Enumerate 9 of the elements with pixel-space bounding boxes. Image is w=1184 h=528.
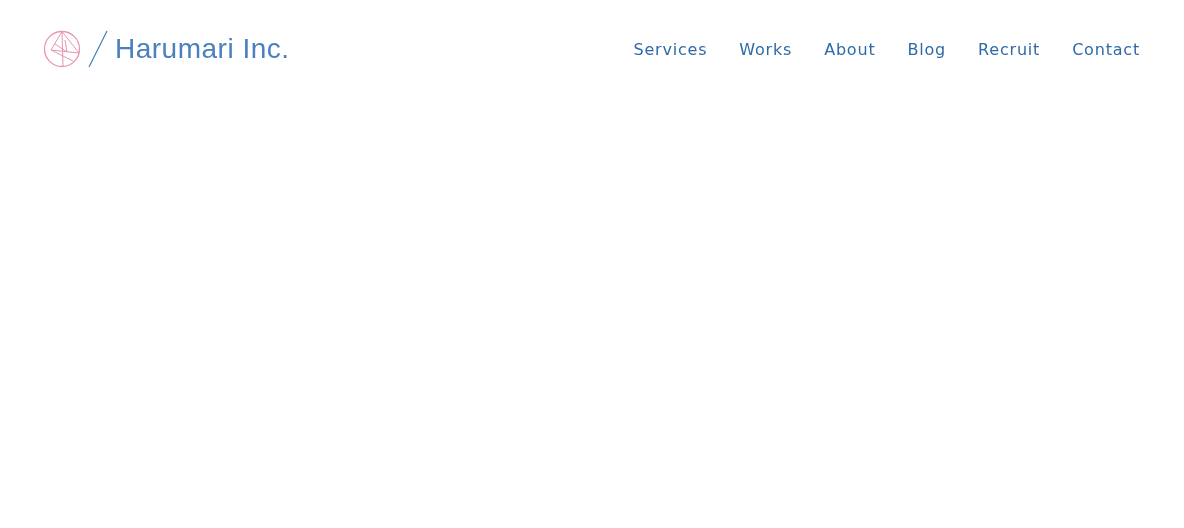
nav-link[interactable]: Blog <box>907 39 947 59</box>
logo-mark-icon <box>43 30 81 68</box>
logo-text: Harumari Inc. <box>115 33 290 65</box>
nav-link[interactable]: About <box>824 39 876 59</box>
nav-link[interactable]: Contact <box>1072 39 1140 59</box>
slash-icon <box>87 30 109 68</box>
nav-link[interactable]: Works <box>739 39 793 59</box>
nav-link[interactable]: Services <box>633 39 708 59</box>
nav-link[interactable]: Recruit <box>978 39 1041 59</box>
